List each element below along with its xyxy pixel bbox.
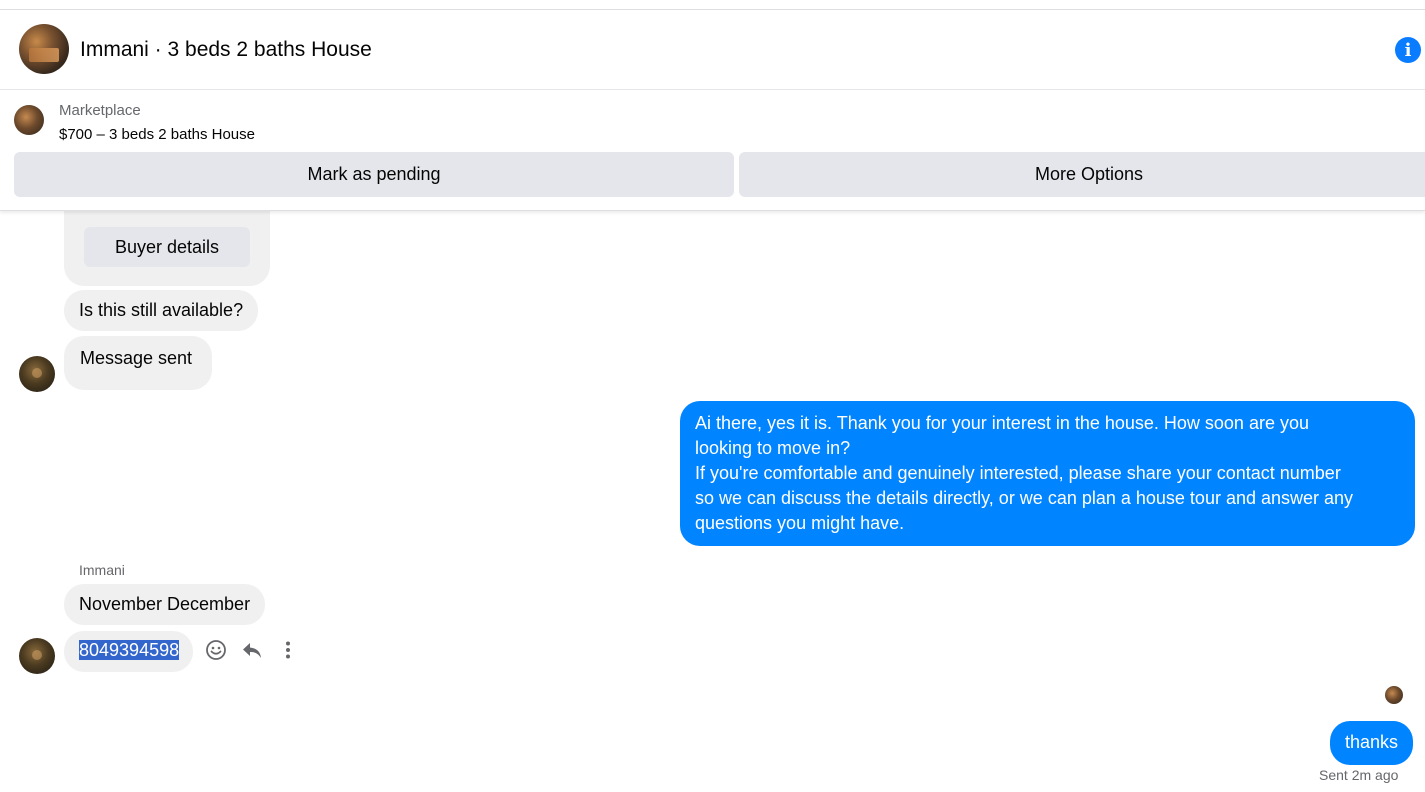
listing-price-title[interactable]: $700 – 3 beds 2 baths House: [59, 126, 255, 143]
message-line: If you're comfortable and genuinely inte…: [695, 463, 1341, 483]
seen-by-avatar: [1385, 686, 1403, 704]
sender-name: Immani: [79, 562, 125, 578]
listing-thumbnail[interactable]: [14, 105, 44, 135]
message-thread: Buyer details Is this still available? M…: [0, 211, 1425, 792]
conversation-title[interactable]: Immani · 3 beds 2 baths House: [80, 38, 372, 62]
sender-avatar[interactable]: [19, 356, 55, 392]
message-bubble-incoming[interactable]: 8049394598: [64, 631, 194, 672]
message-bubble-incoming[interactable]: Message sent: [64, 336, 213, 390]
buyer-details-button[interactable]: Buyer details: [84, 227, 250, 267]
conversation-header: Immani · 3 beds 2 baths House i: [0, 10, 1425, 90]
message-bubble-outgoing[interactable]: Ai there, yes it is. Thank you for your …: [680, 401, 1415, 546]
react-emoji-icon[interactable]: [204, 638, 228, 662]
message-bubble-outgoing[interactable]: thanks: [1330, 721, 1414, 765]
buyer-details-card: Buyer details: [64, 211, 270, 286]
selected-phone-number[interactable]: 8049394598: [79, 640, 180, 660]
sent-status: Sent 2m ago: [1319, 767, 1399, 783]
message-bubble-incoming[interactable]: November December: [64, 584, 266, 625]
more-options-button[interactable]: More Options: [739, 152, 1425, 197]
marketplace-label: Marketplace: [59, 102, 141, 119]
message-bubble-incoming[interactable]: Is this still available?: [64, 290, 259, 331]
more-options-icon[interactable]: [276, 638, 300, 662]
sender-avatar[interactable]: [19, 638, 55, 674]
info-icon[interactable]: i: [1395, 37, 1421, 63]
message-line: so we can discuss the details directly, …: [695, 488, 1354, 508]
message-line: looking to move in?: [695, 438, 851, 458]
message-line: questions you might have.: [695, 513, 905, 533]
mark-as-pending-button[interactable]: Mark as pending: [14, 152, 734, 197]
reply-icon[interactable]: [240, 638, 264, 662]
listing-avatar[interactable]: [19, 24, 69, 74]
top-edge: [0, 0, 1425, 10]
message-actions: [204, 638, 300, 662]
marketplace-banner: Marketplace $700 – 3 beds 2 baths House …: [0, 90, 1425, 211]
message-line: Ai there, yes it is. Thank you for your …: [695, 413, 1309, 433]
